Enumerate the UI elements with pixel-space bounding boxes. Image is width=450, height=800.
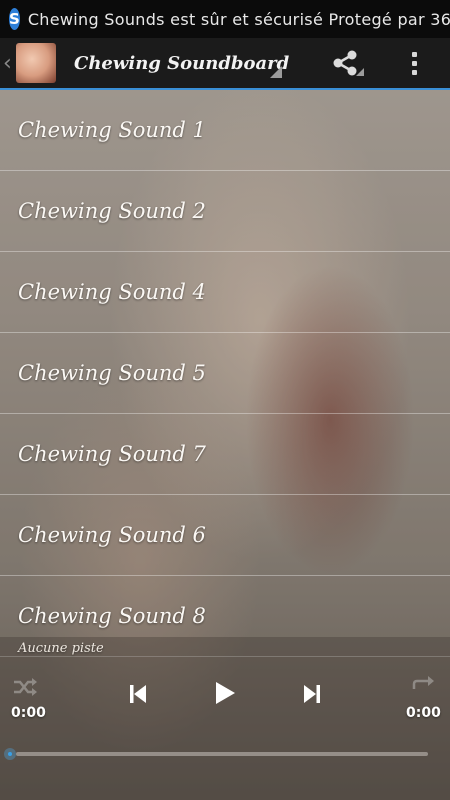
- seek-bar[interactable]: [16, 752, 428, 756]
- status-notification-text: Chewing Sounds est sûr et sécurisé Prote…: [27, 9, 450, 29]
- status-bar: S Chewing Sounds est sûr et sécurisé Pro…: [0, 0, 450, 38]
- list-item-label: Chewing Sound 5: [18, 361, 206, 385]
- overflow-menu-button[interactable]: [404, 46, 424, 80]
- sound-list: Chewing Sound 1 Chewing Sound 2 Chewing …: [0, 90, 450, 657]
- overflow-dot-icon: [411, 51, 417, 57]
- play-icon[interactable]: [213, 680, 237, 706]
- next-track-icon[interactable]: [302, 683, 322, 705]
- track-label: Aucune piste: [18, 641, 104, 656]
- list-item[interactable]: Chewing Sound 2: [0, 171, 450, 252]
- shuffle-icon[interactable]: [12, 677, 38, 697]
- list-item-label: Chewing Sound 7: [18, 442, 206, 466]
- list-item[interactable]: Chewing Sound 5: [0, 333, 450, 414]
- spinner-indicator-icon: [270, 66, 282, 78]
- elapsed-time: 0:00: [11, 705, 46, 721]
- list-item[interactable]: Chewing Sound 6: [0, 495, 450, 576]
- list-item-label: Chewing Sound 4: [18, 280, 206, 304]
- list-item[interactable]: Chewing Sound 7: [0, 414, 450, 495]
- share-dropdown-indicator-icon: [356, 68, 364, 76]
- repeat-icon[interactable]: [410, 675, 436, 697]
- overflow-dot-icon: [411, 69, 417, 75]
- list-item[interactable]: Chewing Sound 1: [0, 90, 450, 171]
- action-bar: ‹ Chewing Soundboard: [0, 38, 450, 90]
- 360-security-icon: S: [9, 8, 20, 30]
- list-item-label: Chewing Sound 6: [18, 523, 206, 547]
- list-item[interactable]: Chewing Sound 4: [0, 252, 450, 333]
- list-item-label: Chewing Sound 1: [18, 118, 206, 142]
- list-item-label: Chewing Sound 8: [18, 604, 206, 628]
- list-item-label: Chewing Sound 2: [18, 199, 206, 223]
- seek-thumb[interactable]: [4, 748, 16, 760]
- app-icon[interactable]: [16, 43, 56, 83]
- previous-track-icon[interactable]: [128, 683, 148, 705]
- overflow-dot-icon: [411, 60, 417, 66]
- total-duration: 0:00: [406, 705, 441, 721]
- app-title[interactable]: Chewing Soundboard: [74, 53, 289, 74]
- back-caret-icon[interactable]: ‹: [3, 51, 13, 76]
- player-panel: Aucune piste 0:00 0:00: [0, 637, 450, 800]
